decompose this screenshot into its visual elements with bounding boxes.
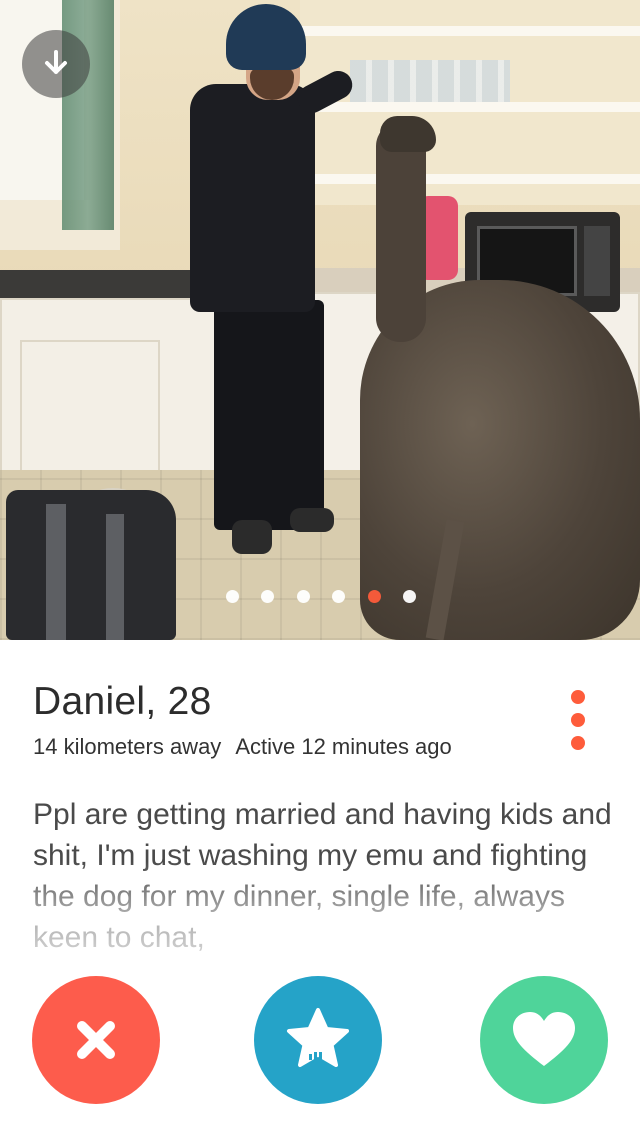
- photo-emu: [376, 122, 426, 342]
- profile-bio: Ppl are getting married and having kids …: [33, 794, 613, 962]
- photo-shelf: [300, 26, 640, 36]
- nope-button[interactable]: [32, 976, 160, 1104]
- carousel-dot[interactable]: [261, 589, 275, 603]
- photo-shelf: [300, 174, 640, 184]
- profile-bio-text: Ppl are getting married and having kids …: [33, 798, 612, 954]
- carousel-dot[interactable]: [296, 589, 310, 603]
- profile-meta: 14 kilometers away Active 12 minutes ago: [33, 734, 452, 760]
- profile-name-age: Daniel, 28: [33, 680, 212, 723]
- photo-emu: [380, 116, 436, 152]
- like-button[interactable]: [480, 976, 608, 1104]
- carousel-dot[interactable]: [402, 589, 416, 603]
- carousel-dot[interactable]: [332, 589, 346, 603]
- photo-man: [226, 4, 306, 70]
- close-x-icon: [77, 1021, 115, 1059]
- photo-counter: [0, 270, 215, 300]
- photo-man: [190, 84, 315, 312]
- photo-glasses: [350, 60, 510, 102]
- photo-shelf: [300, 102, 640, 112]
- star-icon: [287, 1008, 349, 1067]
- carousel-dot[interactable]: [226, 589, 239, 603]
- photo-man: [214, 300, 324, 530]
- profile-photo[interactable]: [0, 0, 640, 640]
- download-arrow-icon[interactable]: [22, 30, 90, 98]
- carousel-dot-active[interactable]: [367, 589, 381, 603]
- profile-distance: 14 kilometers away: [33, 734, 222, 759]
- photo-carousel-dots[interactable]: [226, 588, 416, 604]
- photo-backpack: [6, 490, 176, 640]
- profile-activity: Active 12 minutes ago: [235, 734, 452, 759]
- photo-man: [232, 520, 272, 554]
- photo-man: [290, 508, 334, 532]
- heart-icon: [513, 1012, 575, 1066]
- swipe-actions: [0, 976, 640, 1106]
- more-dots-icon[interactable]: [568, 690, 588, 750]
- super-like-button[interactable]: [254, 976, 382, 1104]
